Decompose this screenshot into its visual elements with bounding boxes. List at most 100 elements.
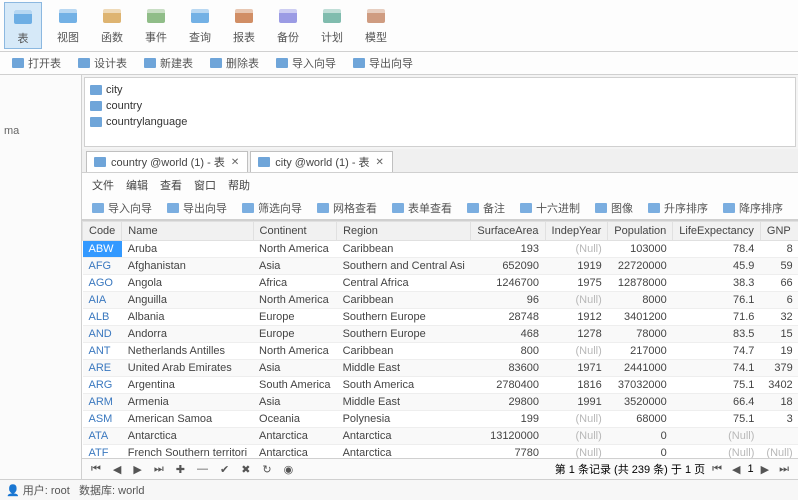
cell[interactable]: ANT	[83, 343, 122, 360]
ribbon-backup[interactable]: 备份	[270, 2, 306, 49]
table-row[interactable]: ATAAntarcticaAntarcticaAntarctica1312000…	[83, 428, 798, 445]
cell[interactable]: 3402	[760, 377, 798, 394]
cell[interactable]: 217000	[608, 343, 673, 360]
cell[interactable]: Angola	[122, 275, 253, 292]
cell[interactable]: 1919	[545, 258, 608, 275]
cell[interactable]: Antarctica	[253, 428, 337, 445]
cell[interactable]: 3520000	[608, 394, 673, 411]
cell[interactable]: 75.1	[673, 411, 761, 428]
pager-first[interactable]: ⏮	[709, 463, 725, 476]
nav-check[interactable]: ✔	[217, 463, 232, 476]
cell[interactable]: 71.6	[673, 309, 761, 326]
cell[interactable]: 8000	[608, 292, 673, 309]
cell[interactable]: 74.7	[673, 343, 761, 360]
menu-item[interactable]: 文件	[92, 177, 114, 193]
cell[interactable]: 76.1	[673, 292, 761, 309]
cell[interactable]: ARE	[83, 360, 122, 377]
cell[interactable]: ATF	[83, 445, 122, 459]
cell[interactable]: Antarctica	[253, 445, 337, 459]
table-row[interactable]: AREUnited Arab EmiratesAsiaMiddle East83…	[83, 360, 798, 377]
cell[interactable]: 2441000	[608, 360, 673, 377]
table-row[interactable]: ANTNetherlands AntillesNorth AmericaCari…	[83, 343, 798, 360]
table-row[interactable]: ATFFrench Southern territoriAntarcticaAn…	[83, 445, 798, 459]
cell[interactable]: Europe	[253, 326, 337, 343]
cell[interactable]: 0	[608, 428, 673, 445]
cell[interactable]: 1991	[545, 394, 608, 411]
gridtb-btn[interactable]: 降序排序	[719, 199, 786, 217]
cell[interactable]: 28748	[471, 309, 545, 326]
cell[interactable]: 6	[760, 292, 798, 309]
cell[interactable]: ALB	[83, 309, 122, 326]
cell[interactable]: Asia	[253, 258, 337, 275]
nav-first[interactable]: ⏮	[88, 463, 104, 476]
column-header[interactable]: Continent	[253, 222, 337, 241]
cell[interactable]: Europe	[253, 309, 337, 326]
tb-export[interactable]: 导出向导	[349, 54, 416, 72]
table-row[interactable]: ABWArubaNorth AmericaCaribbean193(Null)1…	[83, 241, 798, 258]
cell[interactable]: 75.1	[673, 377, 761, 394]
object-item[interactable]: country	[89, 98, 791, 114]
cell[interactable]: South America	[337, 377, 471, 394]
ribbon-model[interactable]: 模型	[358, 2, 394, 49]
cell[interactable]: Asia	[253, 360, 337, 377]
cell[interactable]: 652090	[471, 258, 545, 275]
menu-item[interactable]: 编辑	[126, 177, 148, 193]
cell[interactable]: Oceania	[253, 411, 337, 428]
pager-prev[interactable]: ◀	[729, 463, 743, 476]
cell[interactable]: (Null)	[545, 428, 608, 445]
cell[interactable]: 37032000	[608, 377, 673, 394]
column-header[interactable]: IndepYear	[545, 222, 608, 241]
tb-delete[interactable]: 删除表	[206, 54, 262, 72]
ribbon-func[interactable]: 函数	[94, 2, 130, 49]
cell[interactable]: 19	[760, 343, 798, 360]
gridtb-btn[interactable]: 备注	[463, 199, 508, 217]
cell[interactable]: 800	[471, 343, 545, 360]
nav-stop[interactable]: ◉	[281, 463, 297, 476]
nav-sub[interactable]: —	[194, 463, 211, 475]
cell[interactable]: (Null)	[673, 445, 761, 459]
gridtb-btn[interactable]: 网格查看	[313, 199, 380, 217]
cell[interactable]: 1816	[545, 377, 608, 394]
cell[interactable]: 1912	[545, 309, 608, 326]
cell[interactable]: Caribbean	[337, 343, 471, 360]
cell[interactable]: (Null)	[545, 241, 608, 258]
cell[interactable]: Southern Europe	[337, 309, 471, 326]
tb-import[interactable]: 导入向导	[272, 54, 339, 72]
cell[interactable]: (Null)	[673, 428, 761, 445]
cell[interactable]: 18	[760, 394, 798, 411]
nav-refresh[interactable]: ↻	[259, 463, 274, 476]
cell[interactable]: Antarctica	[337, 445, 471, 459]
cell[interactable]: 193	[471, 241, 545, 258]
table-row[interactable]: ARMArmeniaAsiaMiddle East298001991352000…	[83, 394, 798, 411]
cell[interactable]: Southern and Central Asi	[337, 258, 471, 275]
ribbon-event[interactable]: 事件	[138, 2, 174, 49]
cell[interactable]: Asia	[253, 394, 337, 411]
cell[interactable]: 78000	[608, 326, 673, 343]
cell[interactable]: South America	[253, 377, 337, 394]
cell[interactable]: 29800	[471, 394, 545, 411]
ribbon-schedule[interactable]: 计划	[314, 2, 350, 49]
menu-item[interactable]: 窗口	[194, 177, 216, 193]
gridtb-btn[interactable]: 导入向导	[88, 199, 155, 217]
cell[interactable]: 199	[471, 411, 545, 428]
cell[interactable]: 74.1	[673, 360, 761, 377]
editor-tab[interactable]: city @world (1) - 表✕	[250, 151, 393, 172]
cell[interactable]: (Null)	[545, 411, 608, 428]
cell[interactable]: 66.4	[673, 394, 761, 411]
cell[interactable]: Central Africa	[337, 275, 471, 292]
cell[interactable]: AFG	[83, 258, 122, 275]
cell[interactable]: ASM	[83, 411, 122, 428]
object-item[interactable]: countrylanguage	[89, 114, 791, 130]
editor-tab[interactable]: country @world (1) - 表✕	[86, 151, 248, 172]
close-icon[interactable]: ✕	[374, 157, 386, 168]
nav-next[interactable]: ▶	[130, 463, 144, 476]
cell[interactable]: (Null)	[545, 445, 608, 459]
cell[interactable]: ARG	[83, 377, 122, 394]
cell[interactable]: Antarctica	[122, 428, 253, 445]
pager-last[interactable]: ⏭	[776, 463, 792, 476]
ribbon-report[interactable]: 报表	[226, 2, 262, 49]
nav-last[interactable]: ⏭	[151, 463, 167, 476]
cell[interactable]: 3401200	[608, 309, 673, 326]
column-header[interactable]: Region	[337, 222, 471, 241]
cell[interactable]: French Southern territori	[122, 445, 253, 459]
